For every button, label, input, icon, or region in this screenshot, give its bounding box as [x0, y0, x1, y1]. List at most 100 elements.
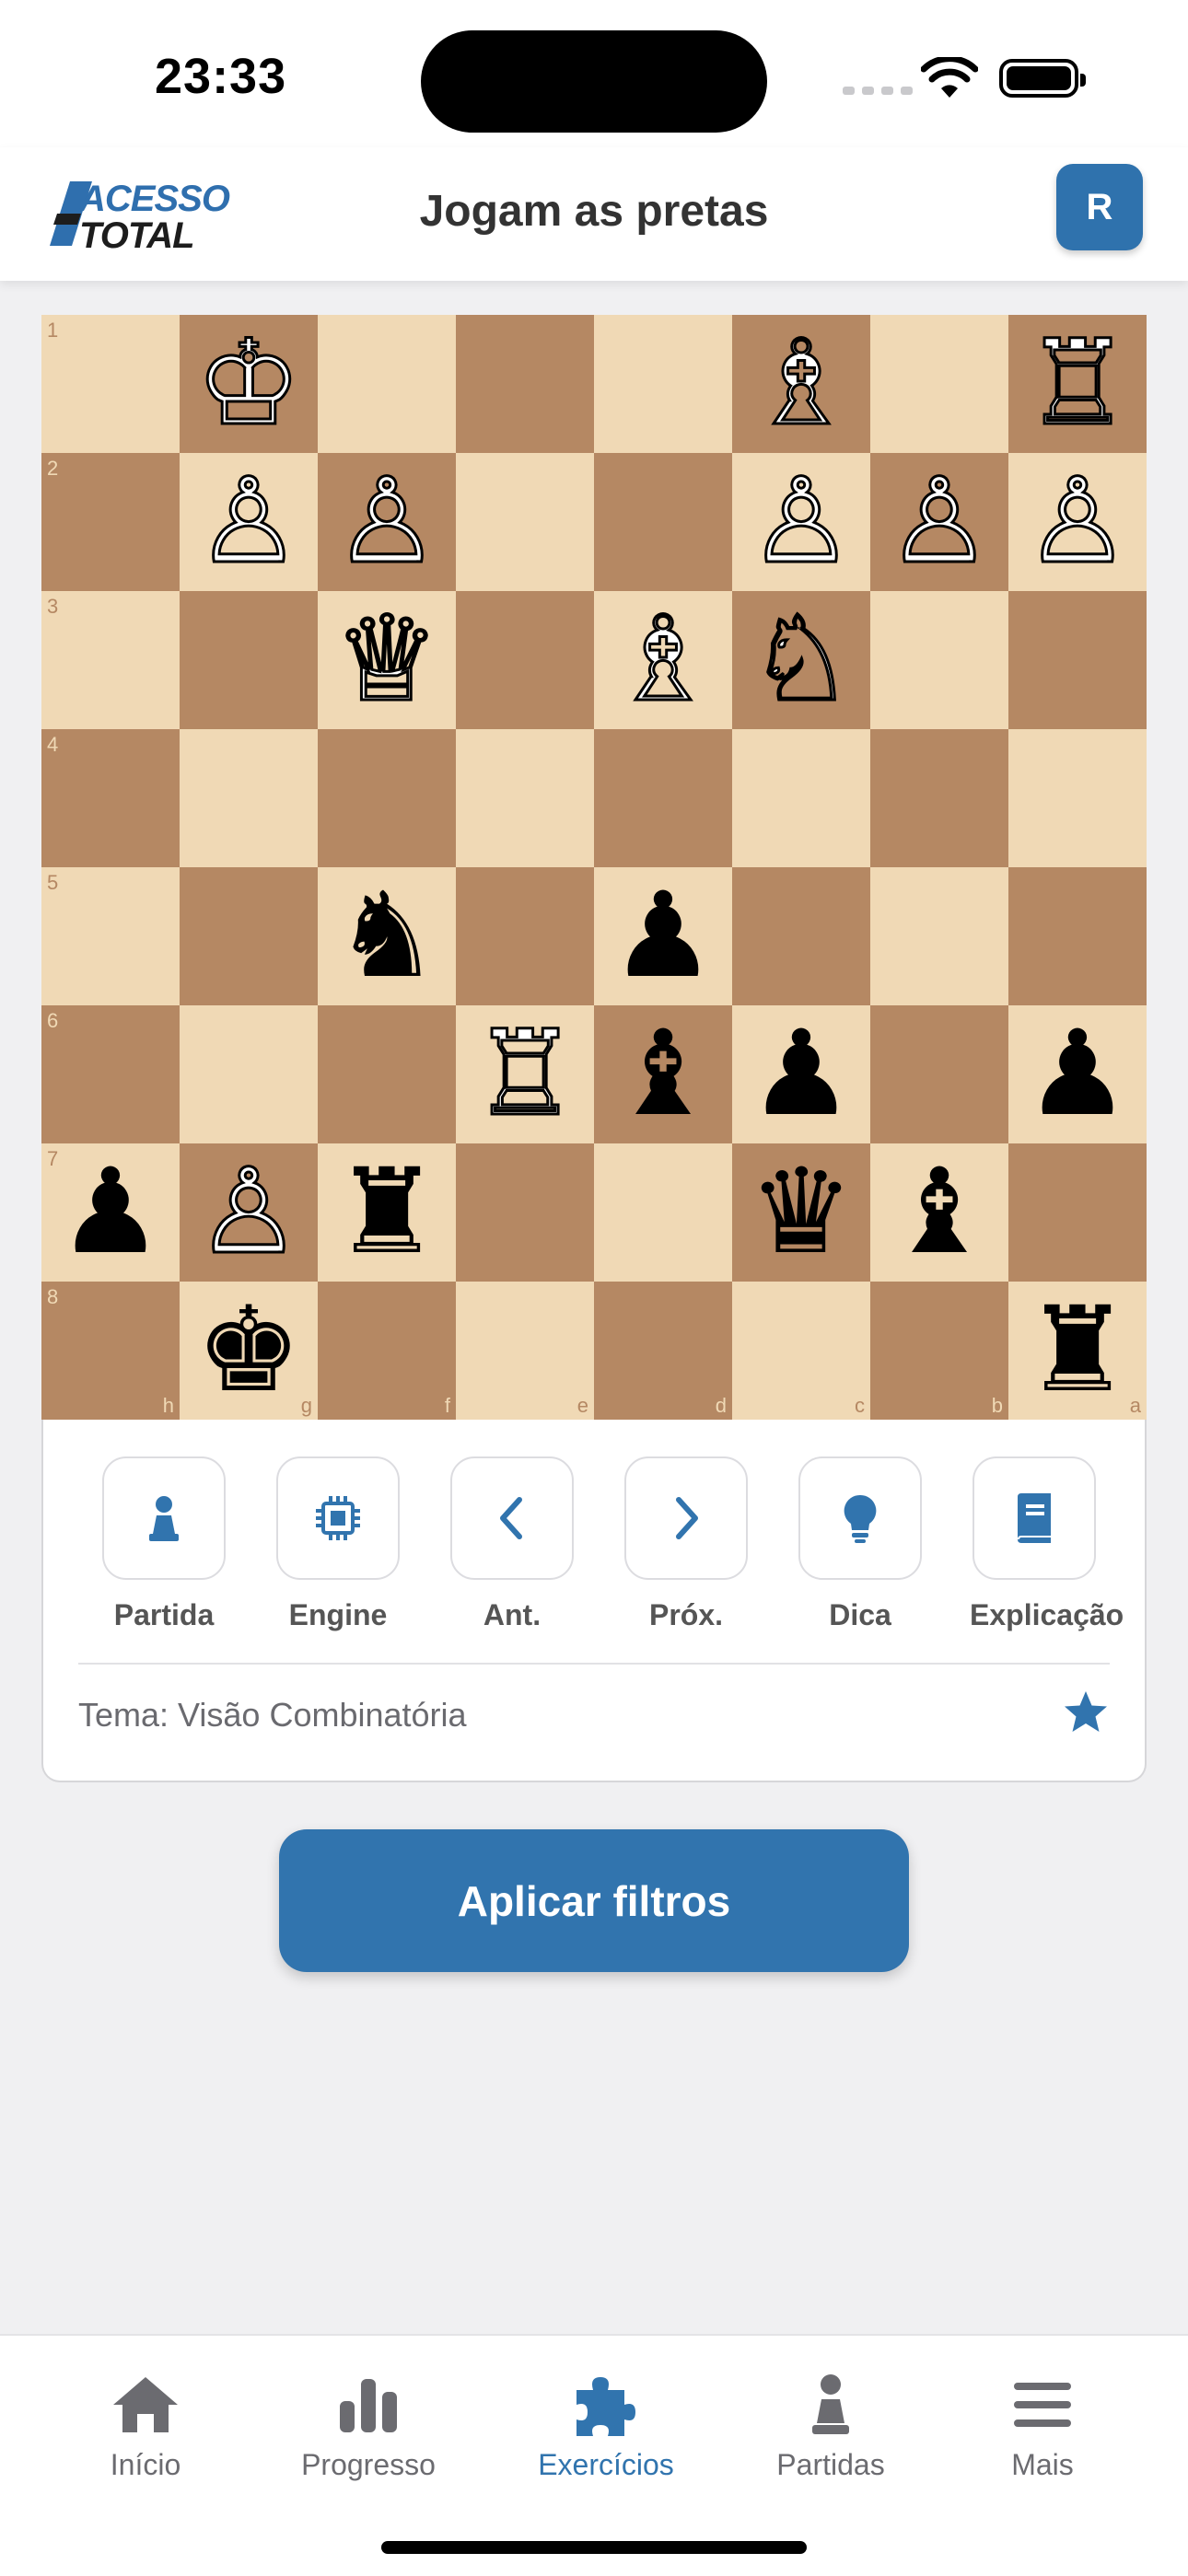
board-square[interactable]: [180, 729, 318, 867]
board-square[interactable]: ♙: [318, 453, 456, 591]
previous-button[interactable]: Ant.: [448, 1456, 577, 1632]
chess-piece[interactable]: ♙: [332, 461, 441, 582]
board-square[interactable]: [870, 591, 1008, 729]
board-square[interactable]: ♟: [1008, 1005, 1147, 1143]
board-square[interactable]: [456, 729, 594, 867]
chess-piece[interactable]: ♟: [58, 1154, 164, 1271]
board-square[interactable]: 8h: [41, 1282, 180, 1420]
tab-partidas[interactable]: Partidas: [739, 2363, 923, 2482]
board-square[interactable]: ♙: [180, 453, 318, 591]
board-square[interactable]: [870, 315, 1008, 453]
board-square[interactable]: e: [456, 1282, 594, 1420]
board-square[interactable]: ♙: [870, 453, 1008, 591]
board-square[interactable]: [1008, 591, 1147, 729]
board-square[interactable]: [732, 867, 870, 1005]
board-square[interactable]: [1008, 867, 1147, 1005]
board-square[interactable]: ♗: [732, 315, 870, 453]
board-square[interactable]: ♘: [732, 591, 870, 729]
chess-piece[interactable]: ♙: [885, 461, 994, 582]
board-square[interactable]: [1008, 1143, 1147, 1282]
chess-piece[interactable]: ♚: [196, 1292, 302, 1410]
board-square[interactable]: [870, 1005, 1008, 1143]
board-square[interactable]: [456, 1143, 594, 1282]
star-icon[interactable]: [1062, 1688, 1110, 1736]
board-square[interactable]: [456, 453, 594, 591]
tab-exercicios[interactable]: Exercícios: [514, 2363, 698, 2482]
board-square[interactable]: [594, 729, 732, 867]
board-square[interactable]: ♗: [594, 591, 732, 729]
chess-piece[interactable]: ♖: [471, 1014, 579, 1134]
apply-filters-button[interactable]: Aplicar filtros: [279, 1829, 909, 1972]
chess-piece[interactable]: ♜: [1025, 1292, 1131, 1410]
board-square[interactable]: [318, 729, 456, 867]
board-square[interactable]: [732, 729, 870, 867]
board-square[interactable]: [180, 867, 318, 1005]
board-square[interactable]: ♔: [180, 315, 318, 453]
board-square[interactable]: f: [318, 1282, 456, 1420]
board-square[interactable]: d: [594, 1282, 732, 1420]
board-square[interactable]: g ♚: [180, 1282, 318, 1420]
board-square[interactable]: c: [732, 1282, 870, 1420]
board-square[interactable]: ♖: [456, 1005, 594, 1143]
board-square[interactable]: ♕: [318, 591, 456, 729]
board-square[interactable]: 3: [41, 591, 180, 729]
board-square[interactable]: ♟: [594, 867, 732, 1005]
board-square[interactable]: 7 ♟: [41, 1143, 180, 1282]
user-avatar[interactable]: R: [1056, 164, 1143, 250]
board-square[interactable]: ♙: [1008, 453, 1147, 591]
chess-piece[interactable]: ♛: [749, 1154, 855, 1271]
chess-board[interactable]: 1 ♔ ♗ ♖ 2 ♙ ♙ ♙ ♙ ♙ 3 ♕ ♗ ♘ 4 5 ♞ ♟ 6 ♖ ♝ ♟ ♟ 7 ♟ ♙ ♜ ♛ ♝ 8 h g ♚ f e d c b a ♜: [41, 315, 1147, 1420]
board-square[interactable]: a ♜: [1008, 1282, 1147, 1420]
next-button[interactable]: Próx.: [622, 1456, 751, 1632]
chess-piece[interactable]: ♕: [332, 599, 441, 720]
board-square[interactable]: ♝: [870, 1143, 1008, 1282]
chess-piece[interactable]: ♞: [334, 877, 440, 995]
board-square[interactable]: [870, 729, 1008, 867]
board-square[interactable]: 1: [41, 315, 180, 453]
board-square[interactable]: [456, 867, 594, 1005]
chess-piece[interactable]: ♙: [747, 461, 856, 582]
board-square[interactable]: [180, 1005, 318, 1143]
board-square[interactable]: 6: [41, 1005, 180, 1143]
board-square[interactable]: 4: [41, 729, 180, 867]
board-square[interactable]: b: [870, 1282, 1008, 1420]
board-square[interactable]: [456, 591, 594, 729]
board-square[interactable]: [594, 453, 732, 591]
tab-mais[interactable]: Mais: [950, 2363, 1135, 2482]
board-square[interactable]: [180, 591, 318, 729]
chess-piece[interactable]: ♝: [887, 1154, 993, 1271]
tab-progresso[interactable]: Progresso: [276, 2363, 460, 2482]
board-square[interactable]: [594, 1143, 732, 1282]
chess-piece[interactable]: ♟: [611, 877, 716, 995]
chess-piece[interactable]: ♙: [194, 461, 303, 582]
board-square[interactable]: [318, 1005, 456, 1143]
chess-piece[interactable]: ♘: [747, 599, 856, 720]
board-square[interactable]: ♛: [732, 1143, 870, 1282]
board-square[interactable]: ♙: [180, 1143, 318, 1282]
chess-piece[interactable]: ♔: [194, 323, 303, 444]
chess-piece[interactable]: ♟: [749, 1015, 855, 1133]
board-square[interactable]: [456, 315, 594, 453]
board-square[interactable]: [870, 867, 1008, 1005]
chess-piece[interactable]: ♜: [334, 1154, 440, 1271]
chess-piece[interactable]: ♗: [609, 599, 717, 720]
chess-piece[interactable]: ♖: [1023, 323, 1132, 444]
board-square[interactable]: ♞: [318, 867, 456, 1005]
board-square[interactable]: 5: [41, 867, 180, 1005]
engine-button[interactable]: Engine: [274, 1456, 402, 1632]
board-square[interactable]: [594, 315, 732, 453]
hint-button[interactable]: Dica: [796, 1456, 925, 1632]
chess-piece[interactable]: ♙: [194, 1152, 303, 1272]
chess-piece[interactable]: ♝: [611, 1015, 716, 1133]
board-square[interactable]: ♝: [594, 1005, 732, 1143]
tab-inicio[interactable]: Início: [53, 2363, 238, 2482]
chess-piece[interactable]: ♟: [1025, 1015, 1131, 1133]
board-square[interactable]: ♖: [1008, 315, 1147, 453]
explanation-button[interactable]: Explicação: [970, 1456, 1124, 1632]
board-square[interactable]: ♜: [318, 1143, 456, 1282]
board-square[interactable]: [318, 315, 456, 453]
board-square[interactable]: ♙: [732, 453, 870, 591]
board-square[interactable]: 2: [41, 453, 180, 591]
partida-button[interactable]: Partida: [99, 1456, 228, 1632]
chess-piece[interactable]: ♗: [747, 323, 856, 444]
